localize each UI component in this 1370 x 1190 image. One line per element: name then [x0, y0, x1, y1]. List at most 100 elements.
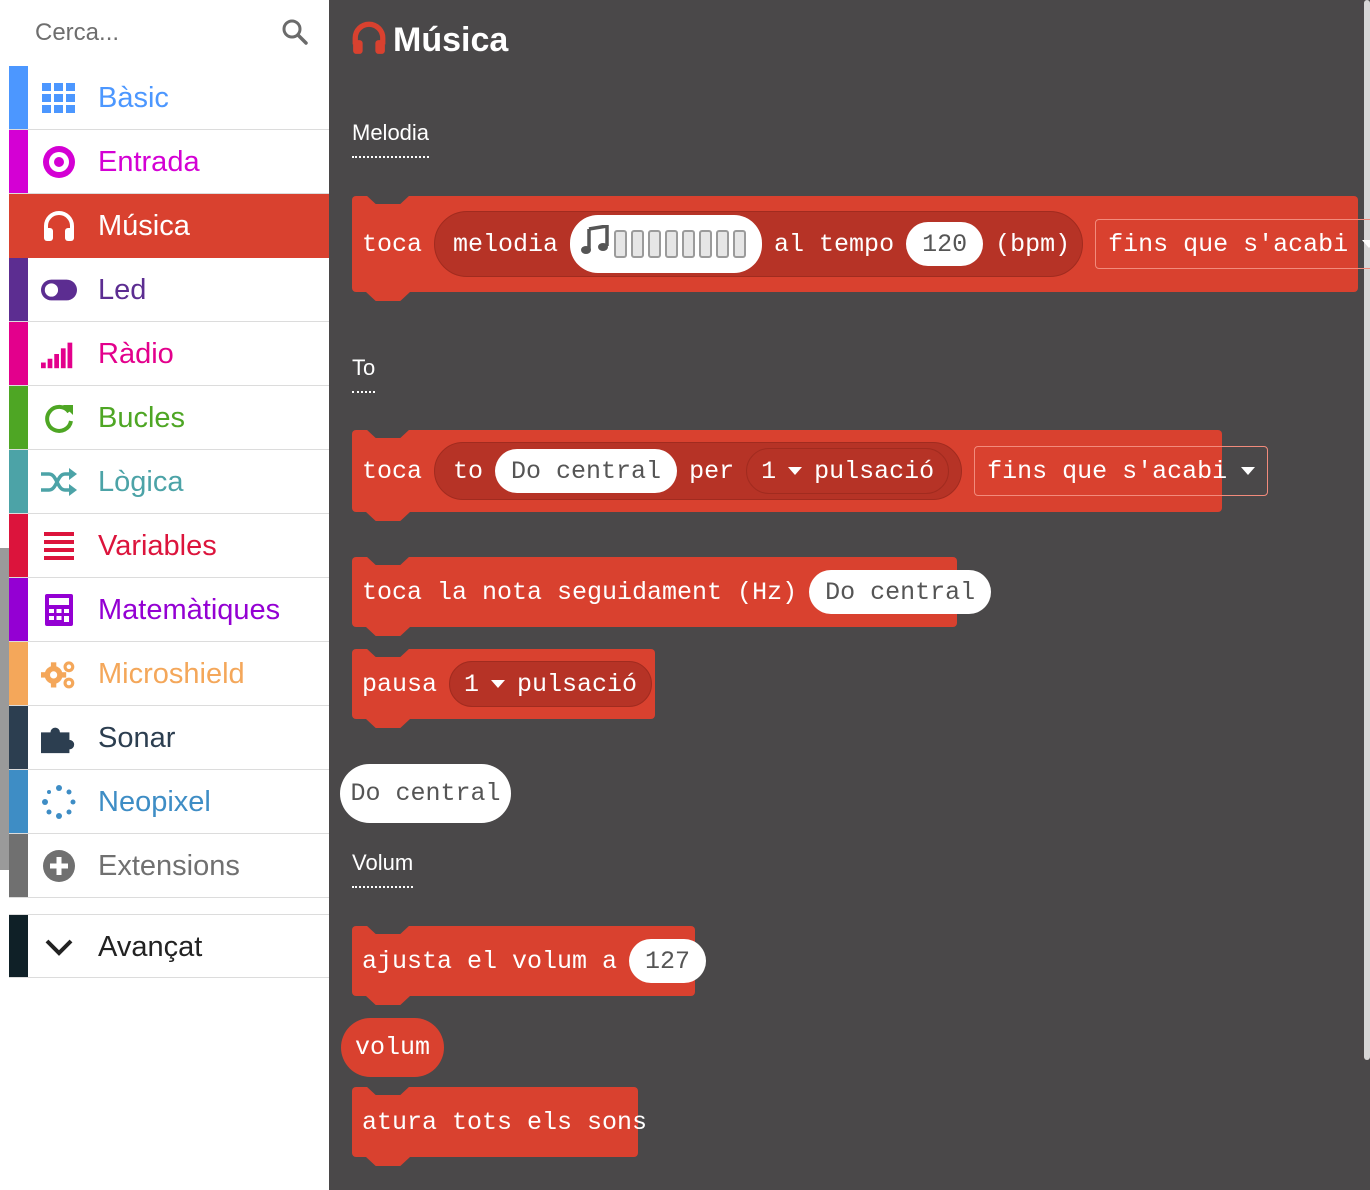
category-label: Lògica: [98, 466, 184, 498]
category-color-strip: [9, 514, 28, 577]
headphones-icon: [41, 209, 77, 243]
category-loops[interactable]: Bucles: [9, 386, 329, 450]
category-neopixel[interactable]: Neopixel: [9, 770, 329, 834]
category-label: Avançat: [98, 931, 203, 963]
melody-cell: [648, 230, 662, 258]
melody-cell: [699, 230, 713, 258]
category-label: Bucles: [98, 402, 186, 434]
tempo-input[interactable]: 120: [906, 222, 984, 266]
block-notch: [366, 648, 410, 657]
ring-tone-block[interactable]: toca la nota seguidament (Hz) Do central: [352, 556, 992, 636]
category-input[interactable]: Entrada: [9, 130, 329, 194]
block-text: pausa: [362, 669, 438, 699]
play-tone-block[interactable]: toca to Do central per 1 pulsació fins q…: [352, 429, 1269, 521]
block-tab: [366, 292, 410, 301]
block-notch: [366, 556, 410, 565]
note-input[interactable]: Do central: [495, 449, 678, 493]
category-color-strip: [9, 194, 28, 257]
block-tab: [366, 512, 410, 521]
block-tab: [366, 1157, 410, 1166]
block-text: pulsació: [814, 456, 935, 486]
category-music[interactable]: Música: [9, 194, 329, 258]
tone-reporter[interactable]: to Do central per 1 pulsació: [434, 442, 963, 500]
category-label: Sonar: [98, 722, 176, 754]
category-color-strip: [9, 66, 28, 129]
headphones-icon: [351, 21, 387, 60]
note-reporter[interactable]: Do central: [340, 764, 511, 823]
category-label: Extensions: [98, 850, 240, 882]
melody-cell: [614, 230, 628, 258]
block-text: (bpm): [995, 229, 1071, 259]
stop-all-sounds-block[interactable]: atura tots els sons: [352, 1086, 647, 1166]
rest-block[interactable]: pausa 1 pulsació: [352, 648, 655, 728]
dropdown-value: 1: [464, 669, 480, 699]
set-volume-block[interactable]: ajusta el volum a 127: [352, 925, 707, 1005]
category-label: Música: [98, 210, 190, 242]
melody-reporter[interactable]: melodia al tempo 120 (bpm): [434, 211, 1084, 277]
search-icon[interactable]: [281, 18, 309, 46]
category-color-strip: [9, 642, 28, 705]
dropdown-value: fins que s'acabi: [987, 456, 1228, 486]
beats-dropdown[interactable]: 1 pulsació: [449, 661, 653, 707]
block-text: pulsació: [517, 669, 638, 699]
block-text: al tempo: [774, 229, 895, 259]
category-microshield[interactable]: Microshield: [9, 642, 329, 706]
section-label-melody: Melodia: [352, 120, 430, 158]
block-text: atura tots els sons: [362, 1107, 648, 1137]
category-color-strip: [9, 770, 28, 833]
category-extensions[interactable]: Extensions: [9, 834, 329, 898]
play-mode-dropdown[interactable]: fins que s'acabi: [974, 446, 1269, 496]
dots-circle-icon: [41, 785, 77, 819]
category-label: Entrada: [98, 146, 200, 178]
section-label-tone: To: [352, 355, 376, 393]
category-radio[interactable]: Ràdio: [9, 322, 329, 386]
caret-down-icon: [1362, 240, 1370, 248]
block-text: toca la nota seguidament (Hz): [362, 577, 798, 607]
category-variables[interactable]: Variables: [9, 514, 329, 578]
music-note-icon: [580, 223, 610, 263]
volume-reporter[interactable]: volum: [341, 1018, 444, 1077]
melody-cell: [631, 230, 645, 258]
block-notch: [366, 195, 410, 204]
volume-input[interactable]: 127: [629, 939, 707, 983]
shuffle-icon: [41, 465, 77, 499]
play-mode-dropdown[interactable]: fins que s'acabi: [1095, 219, 1370, 269]
melody-cell: [682, 230, 696, 258]
block-text: toca: [362, 456, 423, 486]
toggle-icon: [41, 273, 77, 307]
block-text: per: [689, 456, 735, 486]
block-text: to: [453, 456, 484, 486]
category-math[interactable]: Matemàtiques: [9, 578, 329, 642]
category-color-strip: [9, 915, 28, 977]
category-logic[interactable]: Lògica: [9, 450, 329, 514]
chevron-down-icon: [41, 930, 77, 964]
refresh-icon: [41, 401, 77, 435]
category-label: Microshield: [98, 658, 245, 690]
caret-down-icon: [491, 680, 506, 688]
cogs-icon: [41, 657, 77, 691]
beats-dropdown[interactable]: 1 pulsació: [746, 448, 950, 494]
signal-bars-icon: [41, 337, 77, 371]
category-sonar[interactable]: Sonar: [9, 706, 329, 770]
dropdown-value: fins que s'acabi: [1108, 229, 1349, 259]
note-input[interactable]: Do central: [809, 570, 992, 614]
block-text: melodia: [453, 229, 559, 259]
block-notch: [366, 429, 410, 438]
block-tab: [366, 996, 410, 1005]
flyout-scrollbar[interactable]: [1364, 0, 1370, 1060]
play-melody-block[interactable]: toca melodia al tempo 120 (bpm) fins que…: [352, 195, 1370, 301]
melody-editor[interactable]: [570, 215, 763, 273]
category-led[interactable]: Led: [9, 258, 329, 322]
category-color-strip: [9, 834, 28, 897]
category-advanced[interactable]: Avançat: [9, 914, 329, 978]
category-basic[interactable]: Bàsic: [9, 66, 329, 130]
category-color-strip: [9, 578, 28, 641]
block-notch: [366, 925, 410, 934]
search-box: [9, 0, 329, 66]
calculator-icon: [41, 593, 77, 627]
category-color-strip: [9, 706, 28, 769]
flyout-header: Música: [351, 18, 508, 62]
puzzle-icon: [41, 721, 77, 755]
section-label-volume: Volum: [352, 850, 414, 888]
flyout-title: Música: [393, 21, 509, 59]
